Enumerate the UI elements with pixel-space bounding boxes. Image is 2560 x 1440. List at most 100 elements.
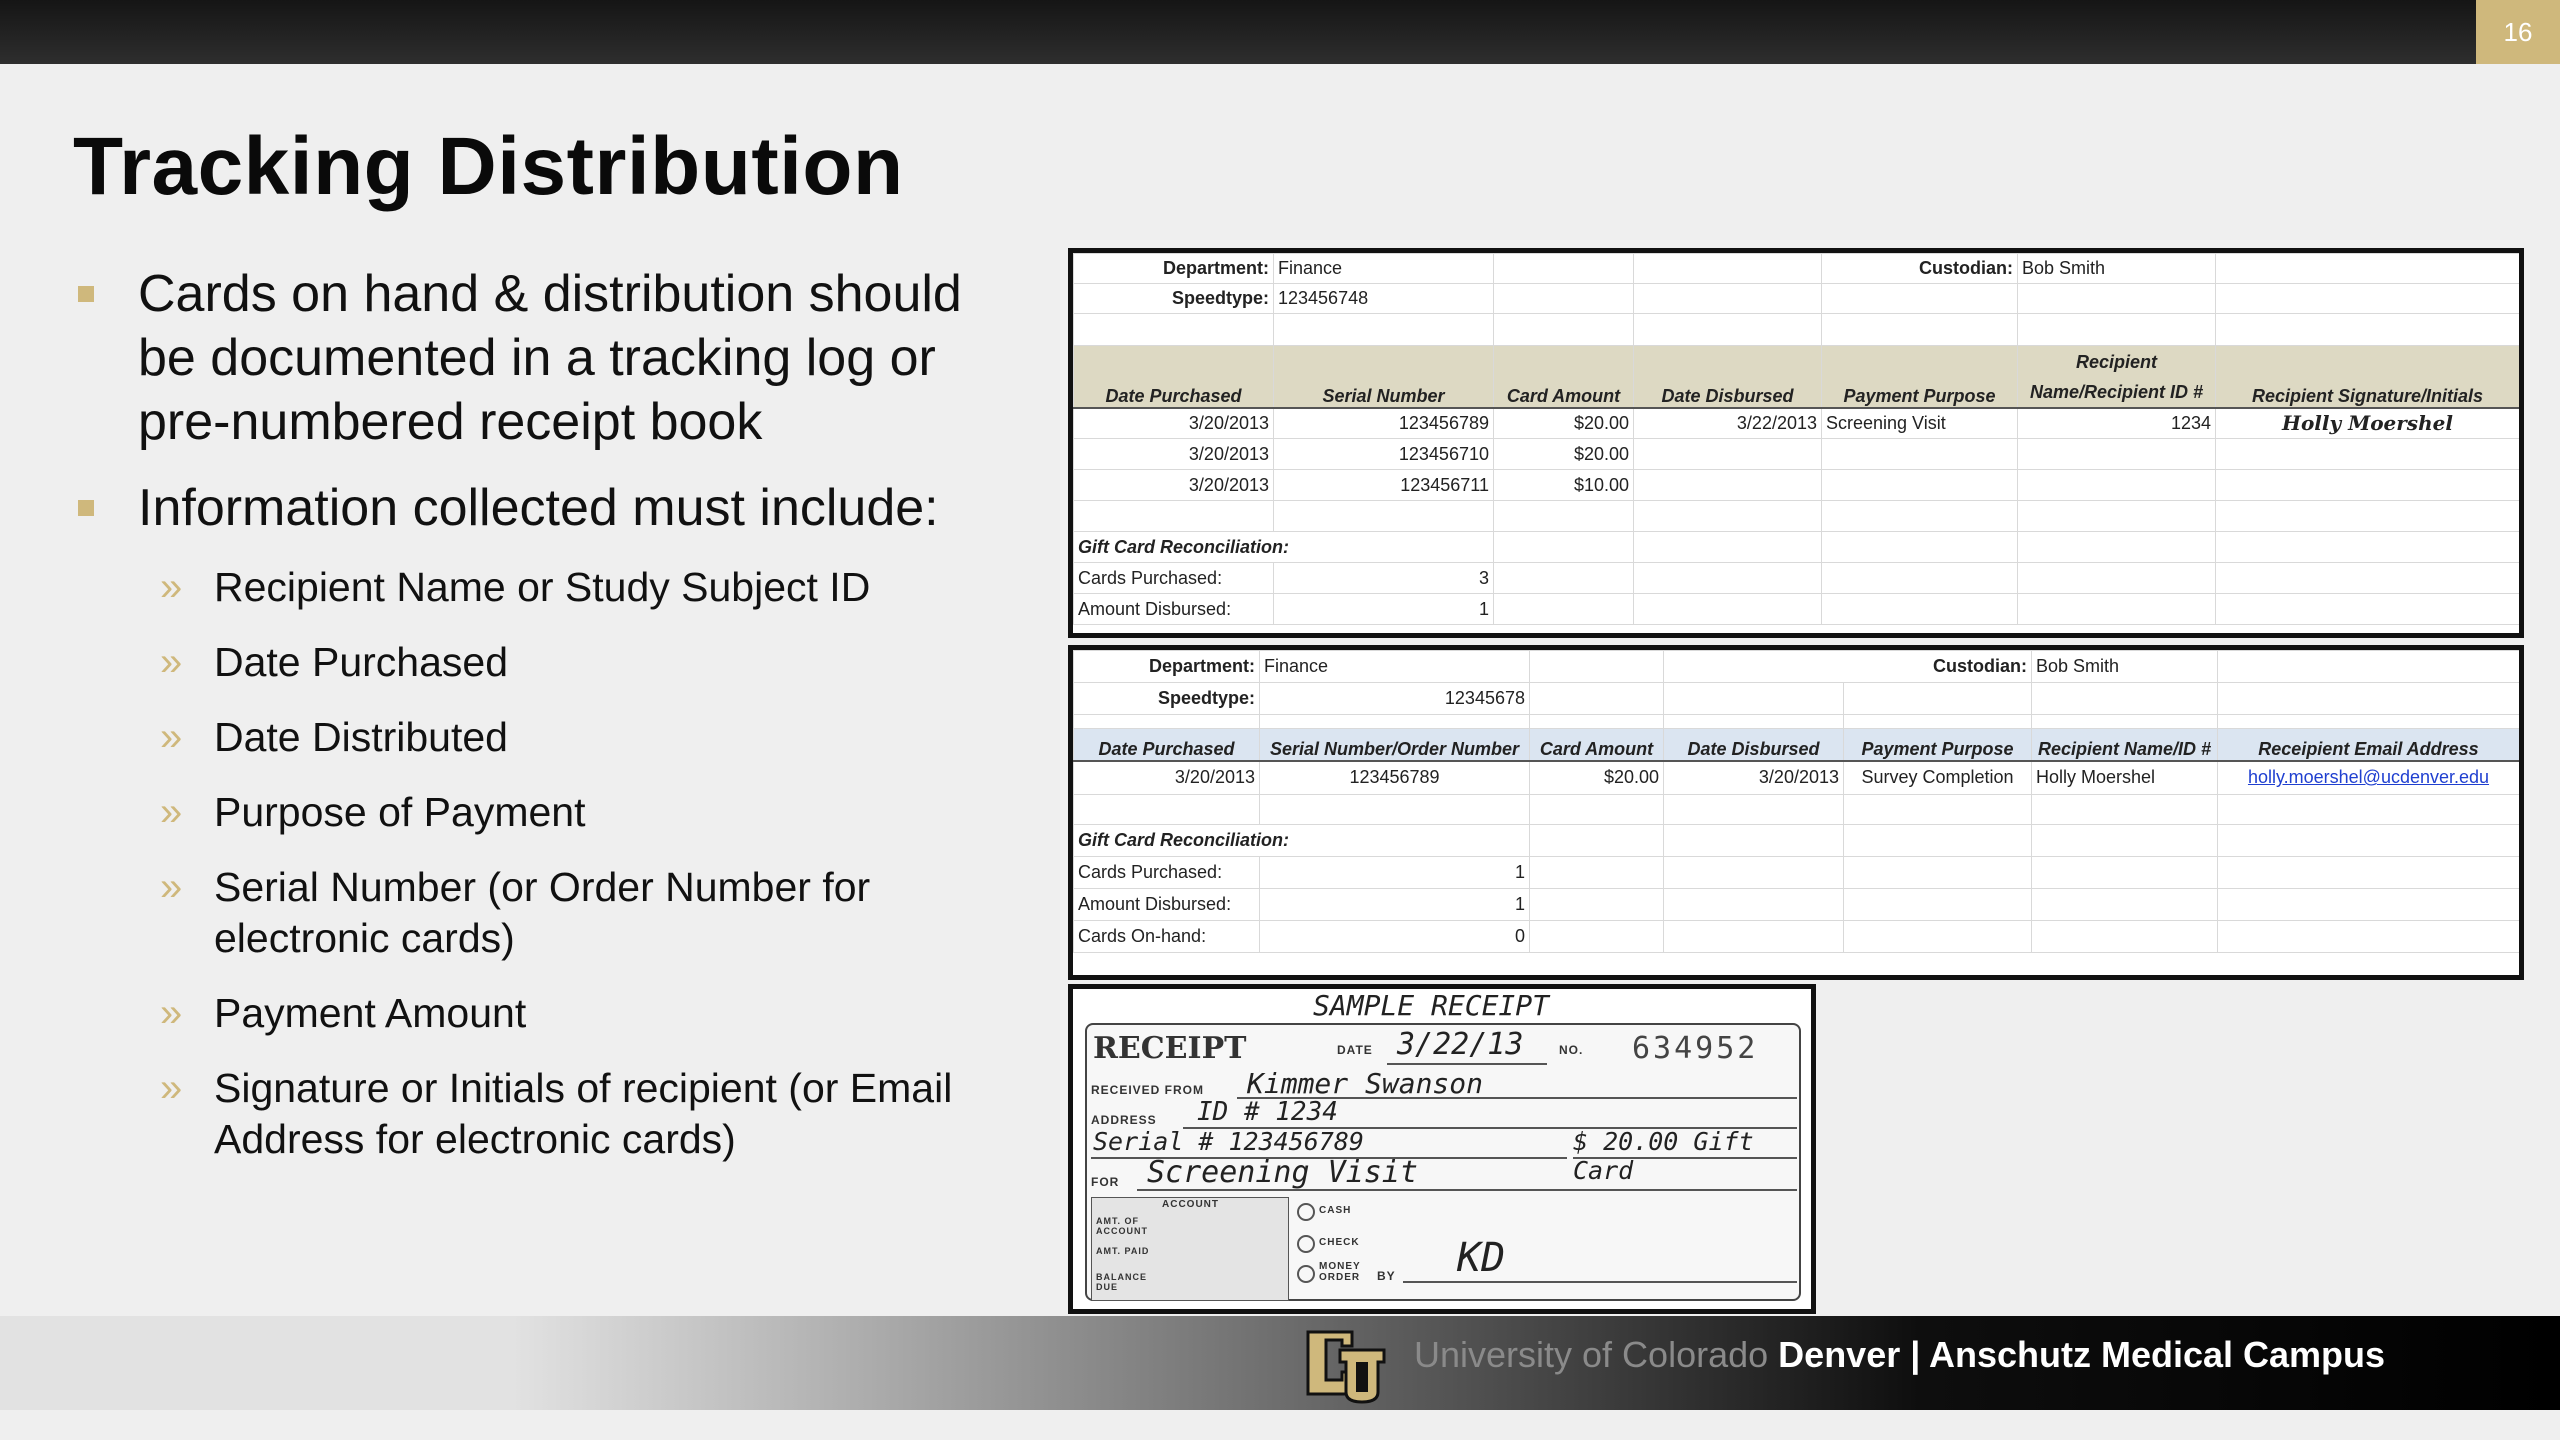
column-header: Date Disbursed [1663,728,1844,762]
sample-receipt: SAMPLE RECEIPT RECEIPT DATE 3/22/13 NO. … [1068,984,1816,1314]
table-row: 3/20/2013 123456711 $10.00 [1073,469,2519,501]
chevron-right-icon: » [160,715,183,759]
cell: 3/20/2013 [1073,760,1260,795]
subbullet-item: » Date Purchased [78,637,1018,688]
reconciliation-label: Amount Disbursed: [1073,593,1274,625]
subbullet-text: Purpose of Payment [214,789,586,835]
bullet-item: Information collected must include: [78,476,1018,540]
chevron-right-icon: » [160,565,183,609]
cell: $20.00 [1529,760,1664,795]
account-label: ACCOUNT [1162,1199,1219,1210]
column-header: Payment Purpose [1821,345,2018,409]
option-label: CASH [1319,1205,1352,1216]
received-from-value: Kimmer Swanson [1247,1067,1484,1100]
cell: 3/20/2013 [1073,407,1274,439]
header-line: Name/Recipient ID # [2029,381,2204,402]
university-name-light: University of Colorado [1414,1334,1769,1375]
receipt-heading: RECEIPT [1093,1031,1247,1066]
reconciliation-label: Amount Disbursed: [1073,888,1260,921]
department-label: Department: [1073,253,1274,284]
subbullet-item: » Date Distributed [78,712,1018,763]
cell: 3/20/2013 [1073,469,1274,501]
bullet-list: Cards on hand & distribution should be d… [78,262,1018,1189]
cell: 3/20/2013 [1663,760,1844,795]
bullet-text: Information collected must include: [138,479,939,537]
option-label: MONEY ORDER [1319,1261,1361,1283]
subbullet-text: Serial Number (or Order Number for elect… [214,864,871,961]
subbullet-text: Date Purchased [214,639,509,685]
table-row: 3/20/2013 123456789 $20.00 3/22/2013 Scr… [1073,407,2519,439]
slide-title: Tracking Distribution [73,121,904,212]
for-label: FOR [1091,1175,1120,1189]
university-name: University of Colorado Denver | Anschutz… [1414,1334,2385,1376]
receipt-date: 3/22/13 [1397,1027,1524,1062]
account-row-label: AMT. OF ACCOUNT [1096,1216,1148,1236]
cell: 3/22/2013 [1633,407,1822,439]
chevron-right-icon: » [160,790,183,834]
number-label: NO. [1559,1043,1584,1057]
subbullet-item: » Recipient Name or Study Subject ID [78,562,1018,613]
tracking-log-spreadsheet: Department: Finance Custodian: Bob Smith… [1068,248,2524,638]
cell: $10.00 [1493,469,1634,501]
cell: Survey Completion [1843,760,2032,795]
square-bullet-icon [78,500,94,516]
column-header: Recipient Name/ID # [2031,728,2218,762]
by-label: BY [1377,1269,1396,1283]
speedtype-value: 12345678 [1259,682,1530,715]
cell: 123456789 [1259,760,1530,795]
signature-value: KD [1457,1235,1506,1281]
subbullet-item: » Signature or Initials of recipient (or … [78,1063,1018,1165]
department-value: Finance [1273,253,1494,284]
column-header: Date Disbursed [1633,345,1822,409]
table-row: 3/20/2013 123456789 $20.00 3/20/2013 Sur… [1073,760,2519,795]
reconciliation-title: Gift Card Reconciliation: [1073,531,1494,563]
column-header: Serial Number/Order Number [1259,728,1530,762]
column-header: Date Purchased [1073,728,1260,762]
cell: $20.00 [1493,407,1634,439]
square-bullet-icon [78,286,94,302]
cell: 123456710 [1273,438,1494,470]
chevron-right-icon: » [160,991,183,1035]
reconciliation-value: 3 [1273,562,1494,594]
bullet-item: Cards on hand & distribution should be d… [78,262,1018,454]
subbullet-text: Recipient Name or Study Subject ID [214,564,871,610]
money-order-radio-icon [1297,1265,1315,1283]
speedtype-label: Speedtype: [1073,283,1274,314]
reconciliation-label: Cards Purchased: [1073,856,1260,889]
column-header: Card Amount [1529,728,1664,762]
account-row-label: BALANCE DUE [1096,1272,1147,1292]
cash-radio-icon [1297,1203,1315,1221]
reconciliation-label: Cards Purchased: [1073,562,1274,594]
electronic-log-table: Department: Finance Custodian: Bob Smith… [1073,650,2519,953]
receipt-card: RECEIPT DATE 3/22/13 NO. 634952 RECEIVED… [1085,1023,1801,1301]
check-radio-icon [1297,1235,1315,1253]
column-header: Receipient Email Address [2217,728,2519,762]
custodian-value: Bob Smith [2017,253,2216,284]
subbullet-item: » Serial Number (or Order Number for elec… [78,862,1018,964]
serial-value: Serial # 123456789 [1093,1127,1364,1156]
cell: $20.00 [1493,438,1634,470]
tracking-log-table: Department: Finance Custodian: Bob Smith… [1073,253,2519,625]
cell: 1234 [2017,407,2216,439]
university-name-bold: Denver | Anschutz Medical Campus [1778,1334,2386,1375]
chevron-right-icon: » [160,640,183,684]
cell: 3/20/2013 [1073,438,1274,470]
for-value: Screening Visit [1147,1155,1418,1190]
column-header: Date Purchased [1073,345,1274,409]
custodian-label: Custodian: [1821,253,2018,284]
reconciliation-value: 1 [1273,593,1494,625]
custodian-label: Custodian: [1663,650,2032,683]
reconciliation-value: 0 [1259,920,1530,953]
custodian-value: Bob Smith [2031,650,2218,683]
column-header: Recipient Signature/Initials [2215,345,2519,409]
bullet-text: Cards on hand & distribution should be d… [138,265,962,451]
signature-cell: Holly Moershel [2215,407,2519,439]
account-box: ACCOUNT AMT. OF ACCOUNT AMT. PAID BALANC… [1091,1197,1289,1301]
column-header: Serial Number [1273,345,1494,409]
sample-receipt-label: SAMPLE RECEIPT [1313,989,1550,1022]
email-link[interactable]: holly.moershel@ucdenver.edu [2217,760,2519,795]
reconciliation-value: 1 [1259,856,1530,889]
top-bar [0,0,2560,64]
page-number: 16 [2476,0,2560,64]
receipt-number: 634952 [1632,1031,1759,1066]
